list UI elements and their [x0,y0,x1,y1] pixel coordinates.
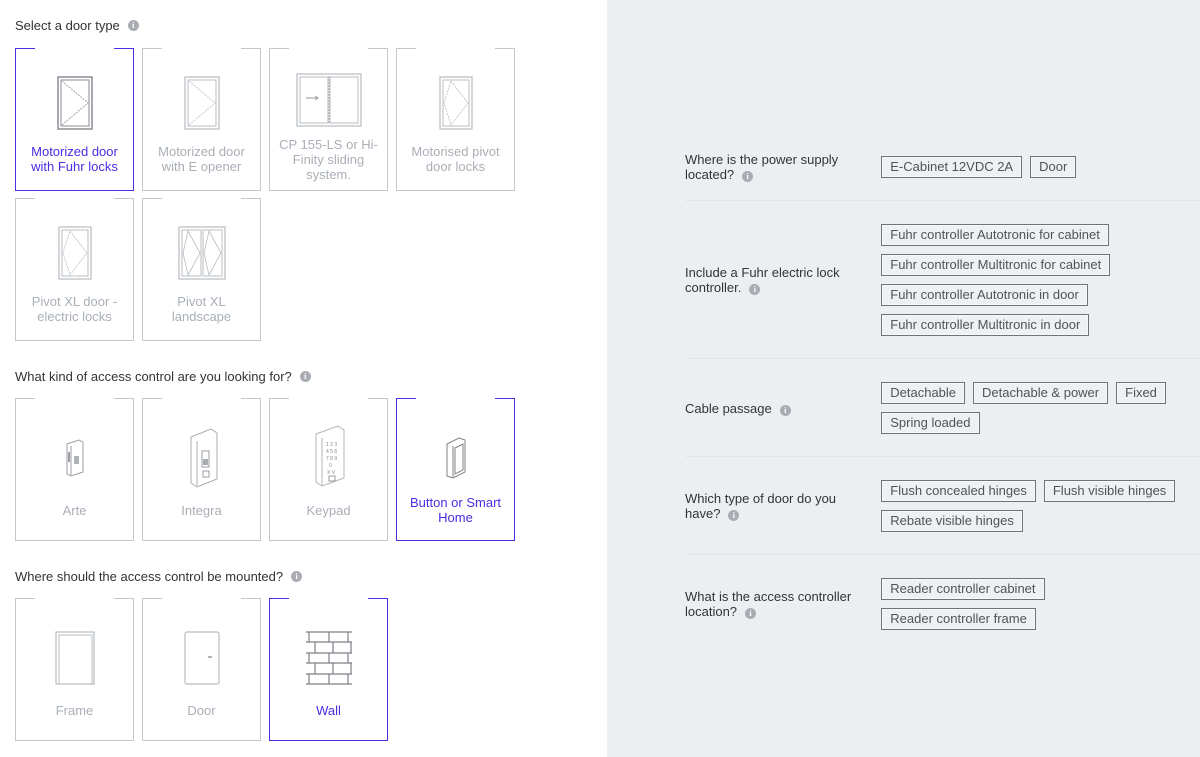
info-icon[interactable]: i [779,404,791,416]
info-icon[interactable]: i [742,171,754,182]
option-button[interactable]: Flush concealed hinges [881,480,1036,502]
configurator-left-panel: Select a door type i Motorized door with… [0,0,607,757]
card-label: Arte [62,503,87,518]
double-pivot-door-icon [143,223,260,283]
card-label: CP 155-LS or Hi-Finity sliding system. [279,137,378,182]
pivot-door-icon [397,73,514,133]
divider [685,358,1200,359]
door-icon [143,628,260,688]
door-type-title: Select a door type i [15,18,139,33]
door-single-icon [16,73,133,133]
option-button[interactable]: Fuhr controller Autotronic in door [881,284,1088,306]
option-button[interactable]: Fuhr controller Autotronic for cabinet [881,224,1109,246]
question-cable-passage: Cable passage i Detachable Detachable & p… [685,382,1200,434]
card-label: Door [187,703,216,718]
mount-label: Where should the access control be mount… [15,569,284,584]
access-control-label: What kind of access control are you look… [15,369,292,384]
divider [685,200,1200,201]
integra-reader-icon [143,428,260,488]
door-type-label: Select a door type [15,18,120,33]
keypad-icon: 1 2 34 5 67 8 90X V [270,425,387,487]
configurator-right-panel: Where is the power supply located? i E-Ca… [607,0,1200,757]
option-group: Fuhr controller Autotronic for cabinet F… [881,224,1200,336]
question-lock-controller: Include a Fuhr electric lock controller.… [685,224,1200,336]
option-button[interactable]: Fuhr controller Multitronic in door [881,314,1090,336]
option-button[interactable]: Detachable [881,382,966,404]
access-control-title: What kind of access control are you look… [15,369,311,384]
access-card-button-smart-home[interactable]: Button or Smart Home [396,398,515,541]
divider [685,456,1200,457]
question-label: Include a Fuhr electric lock controller.… [685,265,840,295]
option-button[interactable]: Reader controller frame [881,608,1036,630]
question-label: What is the access controller location? i [685,589,852,619]
divider [685,554,1200,555]
option-group: Reader controller cabinet Reader control… [881,578,1200,630]
option-button[interactable]: Fuhr controller Multitronic for cabinet [881,254,1111,276]
door-type-card-pivot-xl-landscape[interactable]: Pivot XL landscape [142,198,261,341]
door-type-card-sliding[interactable]: CP 155-LS or Hi-Finity sliding system. [269,48,388,191]
button-icon [397,428,514,488]
info-icon[interactable]: i [745,608,757,619]
sliding-door-icon [270,70,387,130]
door-single-icon [143,73,260,133]
option-button[interactable]: Spring loaded [881,412,980,434]
info-icon[interactable]: i [749,284,761,295]
option-button[interactable]: Fixed [1116,382,1166,404]
card-label: Pivot XL landscape [171,294,232,324]
door-type-card-pivot[interactable]: Motorised pivot door locks [396,48,515,191]
card-label: Wall [316,703,341,718]
mount-card-wall[interactable]: Wall [269,598,388,741]
question-label: Cable passage i [685,401,881,416]
info-icon[interactable]: i [127,20,139,31]
card-label: Motorised pivot door locks [411,144,500,174]
question-label: Where is the power supply located? i [685,152,839,182]
question-power-supply: Where is the power supply located? i E-Ca… [685,152,1200,182]
option-button[interactable]: Flush visible hinges [1043,480,1176,502]
question-label: Which type of door do you have? i [685,491,837,521]
arte-reader-icon [16,428,133,488]
svg-text:4 5 6: 4 5 6 [326,449,337,455]
option-button[interactable]: Door [1030,156,1077,178]
card-label: Motorized door with Fuhr locks [31,144,118,174]
card-label: Integra [181,503,222,518]
option-button[interactable]: Rebate visible hinges [881,510,1023,532]
option-button[interactable]: E-Cabinet 12VDC 2A [881,156,1023,178]
option-button[interactable]: Reader controller cabinet [881,578,1045,600]
pivot-door-icon [16,223,133,283]
access-card-arte[interactable]: Arte [15,398,134,541]
card-label: Motorized door with E opener [158,144,245,174]
card-label: Pivot XL door - electric locks [31,294,118,324]
door-type-card-pivot-xl[interactable]: Pivot XL door - electric locks [15,198,134,341]
frame-icon [16,628,133,688]
access-card-keypad[interactable]: 1 2 34 5 67 8 90X V Keypad [269,398,388,541]
option-button[interactable]: Detachable & power [973,382,1109,404]
info-icon[interactable]: i [728,510,740,521]
mount-card-frame[interactable]: Frame [15,598,134,741]
info-icon[interactable]: i [299,371,311,382]
card-label: Button or Smart Home [409,495,502,525]
option-group: E-Cabinet 12VDC 2A Door [881,156,1200,178]
svg-text:1 2 3: 1 2 3 [326,442,337,448]
door-type-card-e-opener[interactable]: Motorized door with E opener [142,48,261,191]
card-label: Frame [55,703,94,718]
svg-text:0: 0 [329,463,332,469]
question-door-type: Which type of door do you have? i Flush c… [685,480,1200,532]
question-controller-location: What is the access controller location? i… [685,578,1200,630]
card-label: Keypad [306,503,351,518]
option-group: Flush concealed hinges Flush visible hin… [881,480,1200,532]
option-group: Detachable Detachable & power Fixed Spri… [881,382,1200,434]
wall-icon [270,628,387,688]
svg-text:7 8 9: 7 8 9 [326,456,337,462]
door-type-card-fuhr-locks[interactable]: Motorized door with Fuhr locks [15,48,134,191]
info-icon[interactable]: i [291,571,303,582]
access-card-integra[interactable]: Integra [142,398,261,541]
svg-text:X V: X V [327,470,336,476]
mount-title: Where should the access control be mount… [15,569,303,584]
mount-card-door[interactable]: Door [142,598,261,741]
